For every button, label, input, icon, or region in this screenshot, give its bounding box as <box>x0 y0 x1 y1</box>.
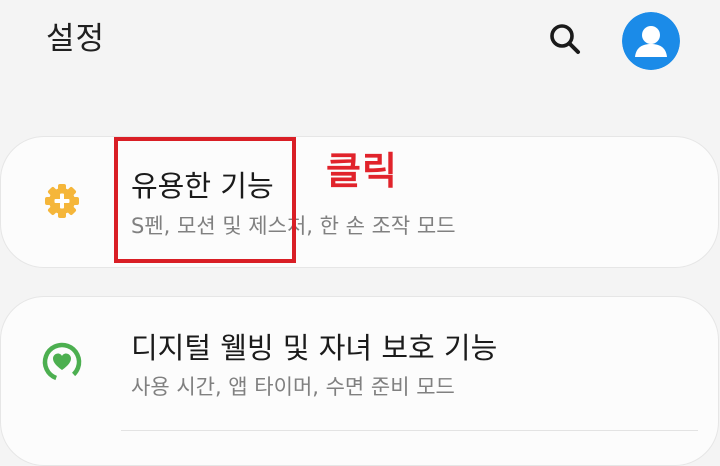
account-avatar[interactable] <box>622 12 680 70</box>
account-avatar-icon <box>622 12 680 70</box>
item-title: 디지털 웰빙 및 자녀 보호 기능 <box>131 331 498 365</box>
search-icon <box>550 24 580 54</box>
settings-item-digital-wellbeing[interactable]: 디지털 웰빙 및 자녀 보호 기능 사용 시간, 앱 타이머, 수면 준비 모드 <box>0 296 719 466</box>
item-title: 유용한 기능 <box>131 169 274 203</box>
item-subtitle: S펜, 모션 및 제스처, 한 손 조작 모드 <box>131 214 456 238</box>
digital-wellbeing-icon <box>42 342 82 382</box>
click-annotation: 클릭 <box>326 149 398 193</box>
divider <box>121 430 698 431</box>
page-title: 설정 <box>46 21 106 57</box>
item-subtitle: 사용 시간, 앱 타이머, 수면 준비 모드 <box>131 375 455 399</box>
gear-plus-icon <box>45 184 79 218</box>
search-button[interactable] <box>544 18 586 60</box>
